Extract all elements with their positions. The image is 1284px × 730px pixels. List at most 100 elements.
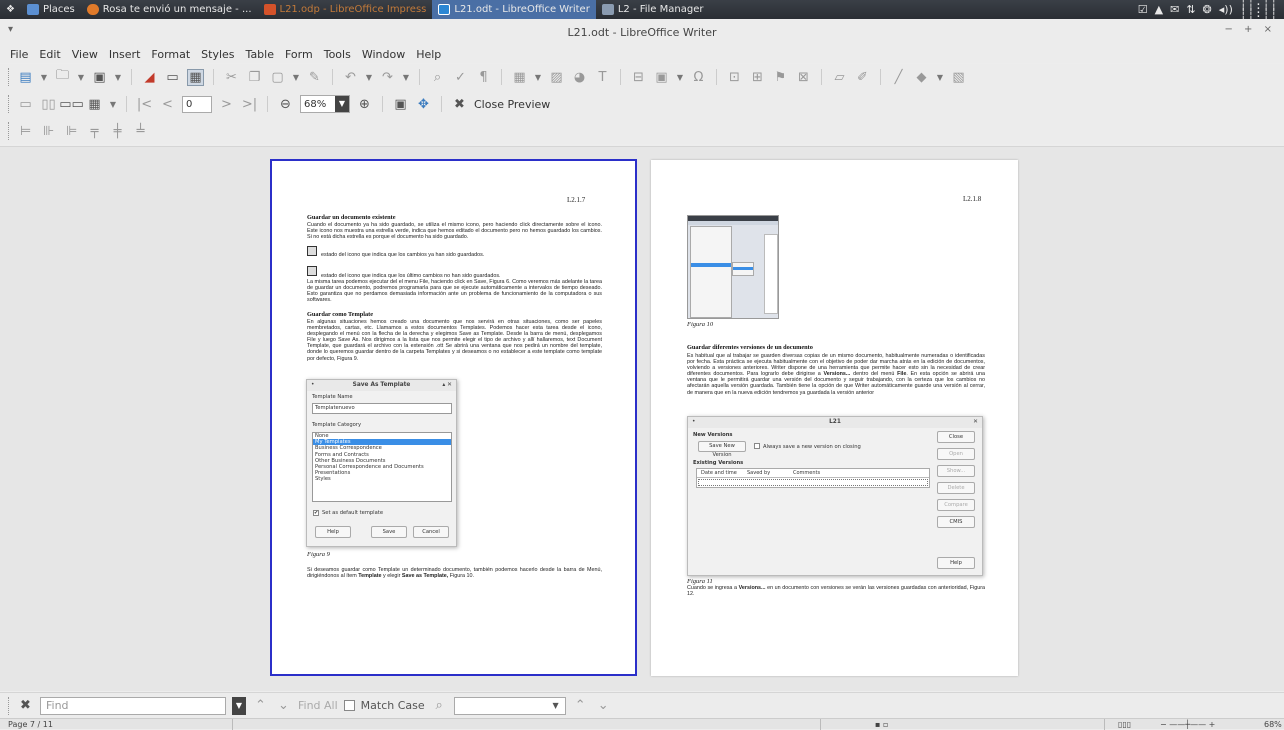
export-pdf-icon[interactable]: ◢ — [141, 69, 158, 86]
align-top-icon[interactable]: ╤ — [86, 123, 103, 140]
places-menu[interactable]: Places — [21, 0, 81, 19]
find-input[interactable]: Find — [40, 696, 226, 715]
hyperlink-icon[interactable]: ⊡ — [726, 69, 743, 86]
save-icon[interactable]: ▣ — [91, 69, 108, 86]
find-replace-icon[interactable]: ⌕ — [429, 69, 446, 86]
menu-insert[interactable]: Insert — [109, 48, 141, 61]
close-preview-button[interactable]: Close Preview — [474, 98, 550, 111]
page-count[interactable]: Page 7 / 11 — [8, 720, 53, 729]
app-menu-button[interactable]: ❖ — [0, 0, 21, 19]
insert-image-icon[interactable]: ▨ — [548, 69, 565, 86]
page-break-icon[interactable]: ⊟ — [630, 69, 647, 86]
print-preview-icon[interactable]: ▦ — [187, 68, 204, 86]
previous-page-icon[interactable]: < — [159, 96, 176, 113]
find-next-icon[interactable]: ⌄ — [275, 697, 292, 714]
insert-table-icon[interactable]: ▦ — [511, 69, 528, 86]
toolbar-grip[interactable] — [8, 68, 11, 86]
preview-page-right[interactable]: L2.1.8 Figura 10 Guardar diferentes vers… — [651, 160, 1018, 676]
menu-tools[interactable]: Tools — [324, 48, 351, 61]
clone-formatting-icon[interactable]: ✎ — [306, 69, 323, 86]
find-replace-icon[interactable]: ⌕ — [431, 697, 448, 714]
menu-window[interactable]: Window — [362, 48, 405, 61]
copy-icon[interactable]: ❐ — [246, 69, 263, 86]
menu-form[interactable]: Form — [285, 48, 313, 61]
insert-textbox-icon[interactable]: T — [594, 69, 611, 86]
chevron-down-icon[interactable]: ▼ — [109, 96, 117, 113]
window-menu-icon[interactable]: ▾ — [8, 24, 13, 35]
task-firefox[interactable]: Rosa te envió un mensaje - ... — [81, 0, 258, 19]
zoom-select[interactable]: 68% ▼ — [300, 95, 350, 113]
print-icon[interactable]: ▭ — [164, 69, 181, 86]
paste-icon[interactable]: ▢ — [269, 69, 286, 86]
toolbar-grip[interactable] — [8, 696, 11, 715]
insert-field-icon[interactable]: ▣ — [653, 69, 670, 86]
find-previous-icon[interactable]: ⌃ — [252, 697, 269, 714]
search-formatted-select[interactable] — [453, 696, 566, 715]
chevron-down-icon[interactable]: ▼ — [335, 96, 349, 112]
page-number-input[interactable]: 0 — [182, 95, 212, 113]
multiple-pages-icon[interactable]: ▦ — [86, 96, 103, 113]
next-page-icon[interactable]: > — [218, 96, 235, 113]
footnote-icon[interactable]: ⊞ — [749, 69, 766, 86]
draw-functions-icon[interactable]: ▧ — [950, 69, 967, 86]
clock[interactable]: ┆┆:┆┆ ┆┆:┆┆ — [1240, 0, 1278, 19]
save-status-icon[interactable]: ▪ ▫ — [875, 720, 888, 729]
fit-page-icon[interactable]: ✥ — [415, 96, 432, 113]
window-controls[interactable]: − + × — [1225, 24, 1277, 35]
chevron-down-icon[interactable]: ▼ — [402, 69, 410, 86]
cross-reference-icon[interactable]: ⊠ — [795, 69, 812, 86]
chevron-down-icon[interactable]: ▼ — [676, 69, 684, 86]
network-icon[interactable]: ⇅ — [1186, 3, 1195, 16]
chevron-down-icon[interactable]: ▼ — [232, 696, 246, 715]
menu-styles[interactable]: Styles — [201, 48, 234, 61]
zoom-percent[interactable]: 68% — [1264, 720, 1282, 729]
align-right-icon[interactable]: ⊫ — [63, 123, 80, 140]
close-find-bar-icon[interactable]: ✖ — [17, 697, 34, 714]
toolbar-grip[interactable] — [8, 122, 11, 140]
align-middle-icon[interactable]: ╪ — [109, 123, 126, 140]
menu-table[interactable]: Table — [246, 48, 274, 61]
book-preview-icon[interactable]: ▭▭ — [59, 96, 84, 113]
task-file-manager[interactable]: L2 - File Manager — [596, 0, 710, 19]
comment-icon[interactable]: ▱ — [831, 69, 848, 86]
track-changes-icon[interactable]: ✐ — [854, 69, 871, 86]
new-document-icon[interactable]: ▤ — [17, 69, 34, 86]
chevron-down-icon[interactable]: ▼ — [365, 69, 373, 86]
chevron-down-icon[interactable]: ▼ — [114, 69, 122, 86]
chevron-down-icon[interactable]: ▼ — [40, 69, 48, 86]
undo-icon[interactable]: ↶ — [342, 69, 359, 86]
chevron-down-icon[interactable]: ▼ — [77, 69, 85, 86]
task-writer[interactable]: L21.odt - LibreOffice Writer — [432, 0, 596, 19]
menu-file[interactable]: File — [10, 48, 28, 61]
zoom-out-icon[interactable]: ⊖ — [277, 96, 294, 113]
menu-help[interactable]: Help — [416, 48, 441, 61]
task-impress[interactable]: L21.odp - LibreOffice Impress — [258, 0, 433, 19]
view-layout-icon[interactable]: ▯▯▯ — [1118, 720, 1131, 729]
first-page-icon[interactable]: |< — [136, 96, 153, 113]
single-page-icon[interactable]: ▭ — [17, 96, 34, 113]
shapes-icon[interactable]: ◆ — [913, 69, 930, 86]
document-area[interactable]: L2.1.7 Guardar un documento existente Cu… — [0, 146, 1284, 691]
two-pages-icon[interactable]: ▯▯ — [40, 96, 57, 113]
notes-icon[interactable]: ☑ — [1138, 3, 1148, 16]
insert-chart-icon[interactable]: ◕ — [571, 69, 588, 86]
volume-icon[interactable]: ◂)) — [1219, 3, 1233, 16]
full-screen-icon[interactable]: ▣ — [392, 96, 409, 113]
menu-view[interactable]: View — [72, 48, 98, 61]
chevron-down-icon[interactable]: ▼ — [292, 69, 300, 86]
redo-icon[interactable]: ↷ — [379, 69, 396, 86]
line-icon[interactable]: ╱ — [890, 69, 907, 86]
find-all-button[interactable]: Find All — [298, 699, 338, 712]
menu-edit[interactable]: Edit — [39, 48, 60, 61]
find-next-icon[interactable]: ⌄ — [595, 697, 612, 714]
bell-icon[interactable]: ▲ — [1155, 3, 1163, 16]
match-case-checkbox[interactable] — [343, 700, 355, 711]
update-icon[interactable]: ❂ — [1203, 3, 1212, 16]
zoom-slider[interactable]: − ——┼—— + — [1160, 720, 1215, 729]
last-page-icon[interactable]: >| — [241, 96, 258, 113]
cut-icon[interactable]: ✂ — [223, 69, 240, 86]
bookmark-icon[interactable]: ⚑ — [772, 69, 789, 86]
chevron-down-icon[interactable]: ▼ — [936, 69, 944, 86]
open-folder-icon[interactable]: 🗀 — [54, 68, 71, 86]
align-bottom-icon[interactable]: ╧ — [132, 123, 149, 140]
